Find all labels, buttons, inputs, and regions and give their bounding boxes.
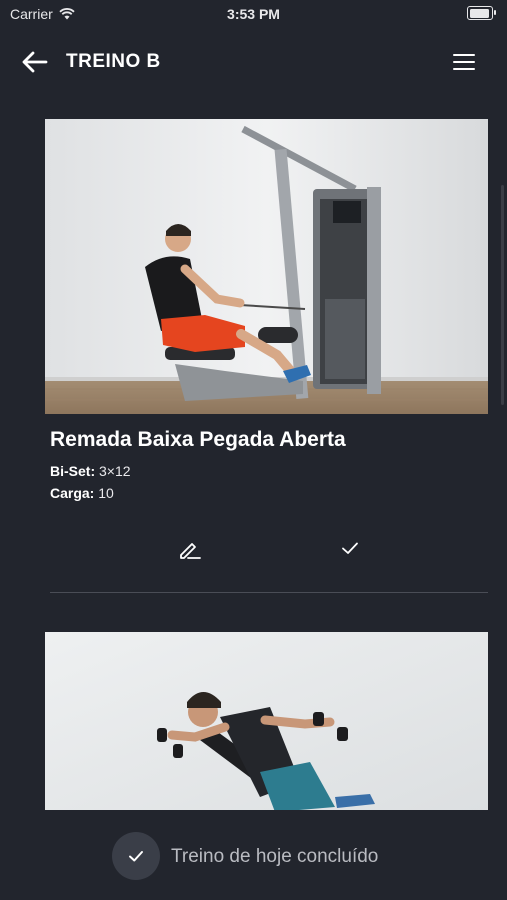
app-header: TREINO B: [0, 36, 507, 88]
menu-button[interactable]: [451, 50, 477, 74]
workout-complete-button[interactable]: [112, 832, 160, 880]
exercise-divider: [50, 592, 488, 593]
check-icon: [342, 542, 358, 554]
workout-complete-label: Treino de hoje concluído: [171, 846, 379, 867]
scrollbar[interactable]: [501, 185, 504, 405]
exercise-name: Remada Baixa Pegada Aberta: [50, 428, 346, 451]
exercise-load: Carga: 10: [50, 485, 114, 501]
page-title: TREINO B: [66, 51, 161, 72]
edit-exercise-button[interactable]: [176, 536, 202, 562]
pencil-icon: [180, 543, 201, 559]
exercise-list[interactable]: Remada Baixa Pegada Aberta Bi-Set: 3×12 …: [0, 88, 507, 810]
sets-value: 3×12: [99, 463, 131, 479]
battery-icon: [467, 6, 496, 20]
exercise-sets: Bi-Set: 3×12: [50, 463, 131, 479]
back-button[interactable]: [20, 48, 50, 76]
hamburger-menu-icon: [453, 54, 475, 70]
load-label: Carga:: [50, 485, 95, 501]
clock: 3:53 PM: [227, 6, 280, 22]
load-value: 10: [98, 485, 114, 501]
sets-label: Bi-Set:: [50, 463, 96, 479]
exercise-image: [45, 632, 488, 810]
status-bar: Carrier 3:53 PM: [0, 0, 507, 28]
exercise-image: [45, 119, 488, 414]
complete-exercise-button[interactable]: [338, 536, 362, 560]
arrow-left-icon: [22, 51, 48, 73]
footer-bar: Treino de hoje concluído: [0, 810, 507, 900]
check-icon: [129, 851, 143, 862]
